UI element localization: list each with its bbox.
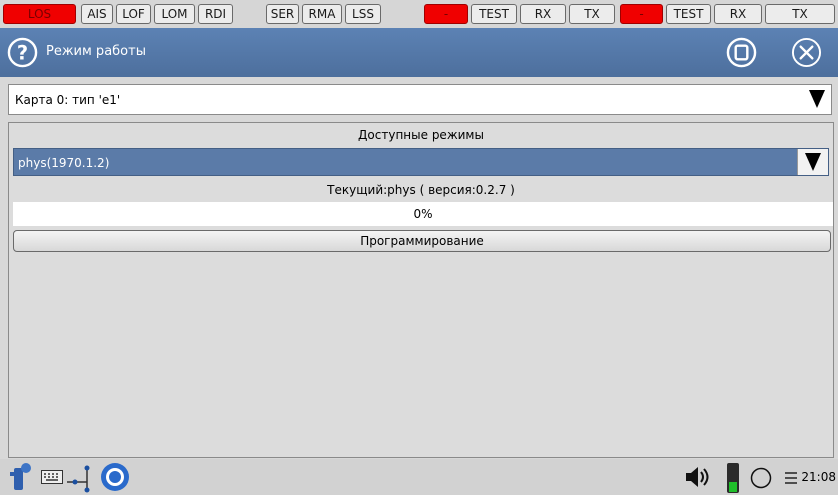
window-title-bar: ? Режим работы <box>0 28 838 77</box>
status-los: LOS <box>3 4 76 24</box>
card-select[interactable]: Карта 0: тип 'e1' <box>8 84 832 115</box>
status-test-1: TEST <box>471 4 517 24</box>
mode-select[interactable]: phys(1970.1.2) <box>13 148 829 176</box>
page-title: Режим работы <box>46 44 146 59</box>
volume-icon[interactable] <box>684 465 712 489</box>
progress-bar: 0% <box>13 202 833 226</box>
status-lss: LSS <box>345 4 381 24</box>
status-rma: RMA <box>302 4 342 24</box>
app-icon[interactable] <box>6 462 36 492</box>
status-lom: LOM <box>154 4 195 24</box>
circle-icon[interactable] <box>750 467 772 489</box>
progress-text: 0% <box>413 207 433 221</box>
program-button[interactable]: Программирование <box>13 230 831 252</box>
chevron-down-icon[interactable] <box>805 153 821 171</box>
status-dash-2: - <box>620 4 663 24</box>
stop-icon[interactable] <box>726 37 757 68</box>
mode-select-value: phys(1970.1.2) <box>18 156 110 170</box>
status-test-2: TEST <box>666 4 711 24</box>
status-lof: LOF <box>116 4 151 24</box>
mode-panel: Доступные режимы phys(1970.1.2) Текущий:… <box>8 122 834 458</box>
battery-icon <box>727 463 739 493</box>
taskbar: 21:08 <box>0 459 838 495</box>
clock: 21:08 <box>801 470 836 484</box>
status-ais: AIS <box>81 4 113 24</box>
status-rdi: RDI <box>198 4 233 24</box>
browser-icon[interactable] <box>99 461 131 493</box>
mode-select-dropdown[interactable] <box>797 149 828 175</box>
available-modes-label: Доступные режимы <box>358 128 484 142</box>
help-icon[interactable]: ? <box>7 37 38 68</box>
status-dash-1: - <box>424 4 468 24</box>
close-icon[interactable] <box>791 37 822 68</box>
keyboard-icon[interactable] <box>41 470 63 484</box>
status-ser: SER <box>266 4 299 24</box>
status-rx-1: RX <box>520 4 566 24</box>
status-tx-2: TX <box>765 4 835 24</box>
status-rx-2: RX <box>714 4 762 24</box>
status-tx-1: TX <box>569 4 615 24</box>
current-mode-label: Текущий:phys ( версия:0.2.7 ) <box>327 183 515 197</box>
chevron-down-icon[interactable] <box>809 90 825 108</box>
card-select-value: Карта 0: тип 'e1' <box>15 93 121 107</box>
svg-text:?: ? <box>17 41 28 64</box>
menu-icon[interactable] <box>785 471 797 485</box>
network-icon[interactable] <box>65 463 95 493</box>
alarm-status-strip: LOS AIS LOF LOM RDI SER RMA LSS - TEST R… <box>0 0 838 28</box>
